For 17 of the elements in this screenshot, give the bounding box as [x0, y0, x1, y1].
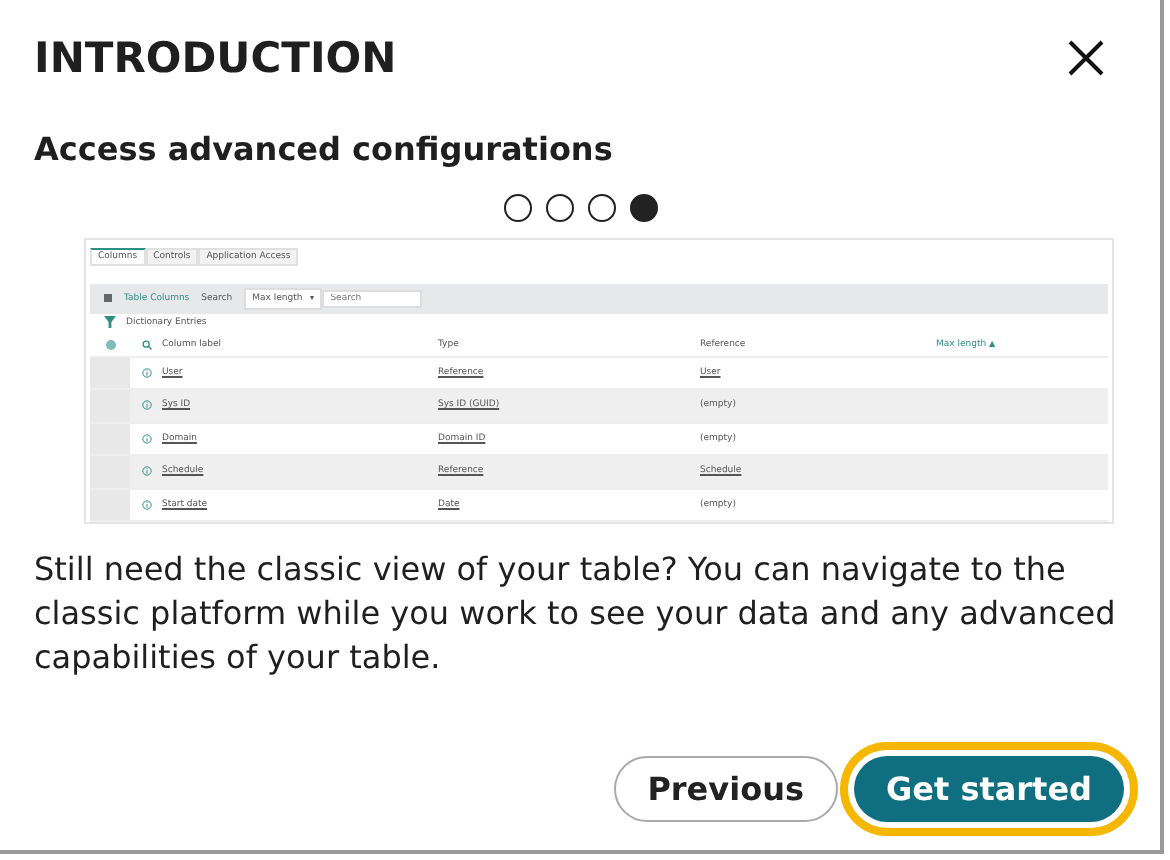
previous-button[interactable]: Previous [613, 756, 838, 822]
get-started-button[interactable]: Get started [853, 756, 1124, 822]
step-dot[interactable] [546, 194, 574, 222]
filter-icon[interactable] [104, 315, 116, 332]
info-icon[interactable] [141, 433, 151, 444]
info-icon[interactable] [141, 499, 151, 510]
info-icon[interactable] [141, 400, 151, 411]
search-icon[interactable] [141, 339, 151, 349]
dialog-subtitle: Access advanced configurations [34, 130, 615, 168]
info-icon[interactable] [141, 466, 151, 477]
info-icon[interactable] [141, 367, 151, 378]
close-button[interactable] [1068, 40, 1104, 76]
dialog-text: Still need the classic view of your table? You can navigate to the classic platform while you work to see your data and any advanced capabilities of your table. [34, 548, 1118, 680]
step-dot[interactable] [630, 194, 658, 222]
dialog-title: INTRODUCTION [34, 34, 397, 82]
step-dot[interactable] [588, 194, 616, 222]
step-dot[interactable] [504, 194, 532, 222]
